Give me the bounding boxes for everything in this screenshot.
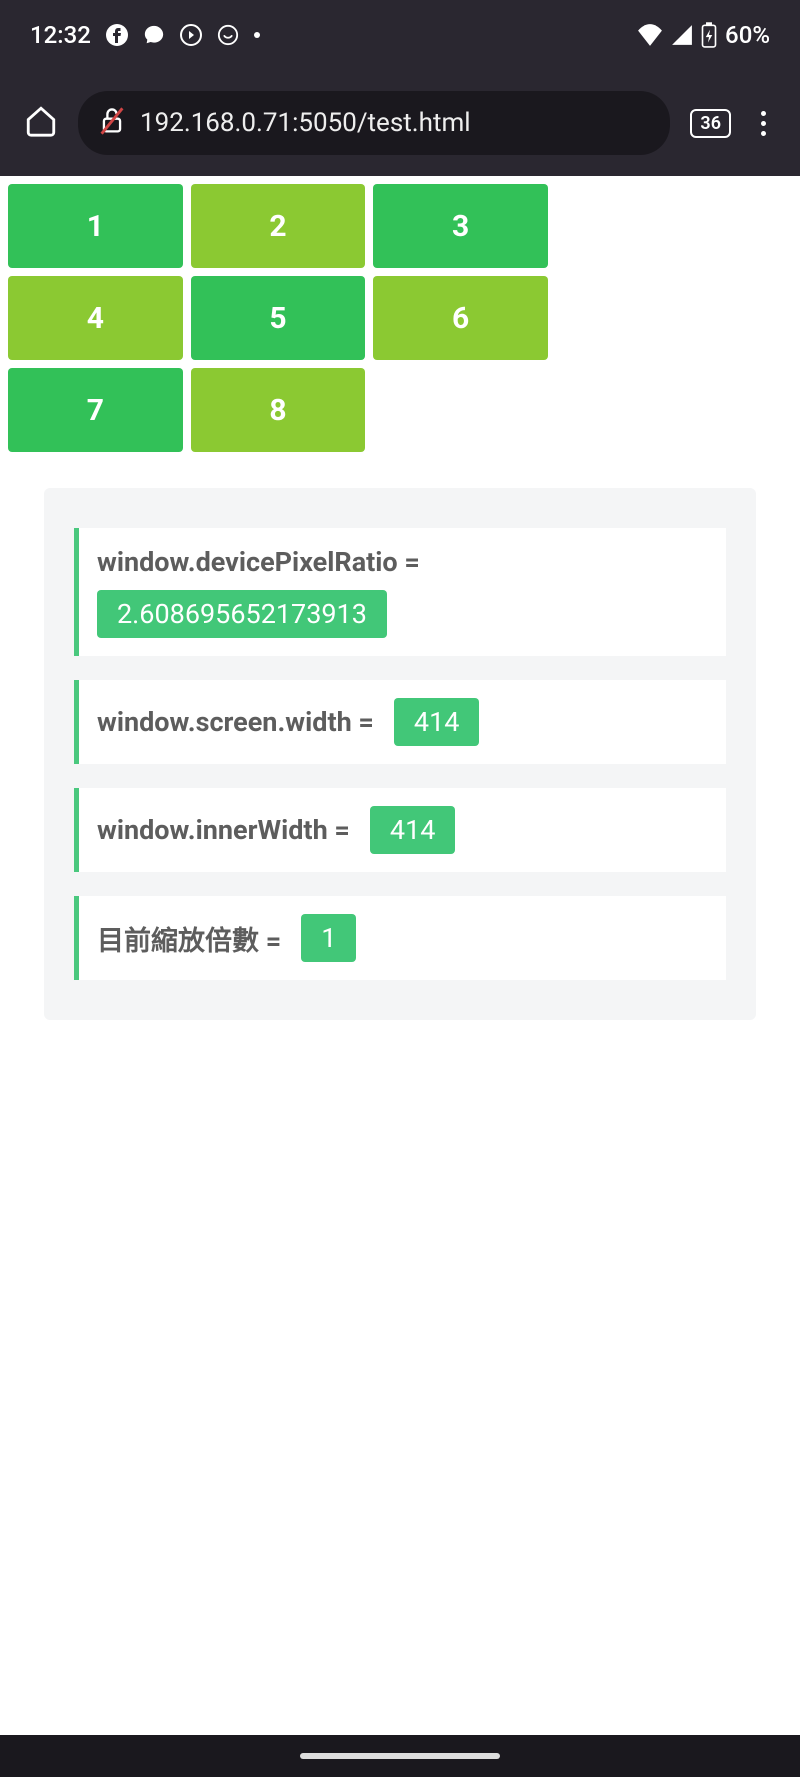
url-bar[interactable]: 192.168.0.71:5050/test.html bbox=[78, 91, 670, 155]
menu-icon[interactable] bbox=[751, 111, 776, 136]
info-label: 目前縮放倍數 = bbox=[97, 919, 281, 958]
page-content: 1 2 3 4 5 6 7 8 window.devicePixelRatio … bbox=[0, 176, 800, 1020]
grid-cell-1[interactable]: 1 bbox=[8, 184, 183, 268]
grid-cell-7[interactable]: 7 bbox=[8, 368, 183, 452]
signal-icon bbox=[671, 24, 693, 46]
grid-cell-8[interactable]: 8 bbox=[191, 368, 366, 452]
info-row-device-pixel-ratio: window.devicePixelRatio = 2.608695652173… bbox=[74, 528, 726, 656]
tab-count[interactable]: 36 bbox=[690, 109, 731, 138]
nav-handle[interactable] bbox=[300, 1753, 500, 1759]
insecure-icon bbox=[98, 106, 126, 140]
grid-cell-5[interactable]: 5 bbox=[191, 276, 366, 360]
grid-cell-4[interactable]: 4 bbox=[8, 276, 183, 360]
facebook-icon bbox=[105, 23, 129, 47]
info-value: 414 bbox=[370, 806, 456, 854]
home-icon[interactable] bbox=[24, 104, 58, 142]
info-label: window.screen.width = bbox=[97, 706, 374, 738]
forward-circle-icon bbox=[179, 23, 203, 47]
status-right: 60% bbox=[637, 21, 770, 49]
info-label: window.innerWidth = bbox=[97, 814, 350, 846]
number-grid: 1 2 3 4 5 6 7 8 bbox=[8, 184, 548, 452]
wifi-icon bbox=[637, 24, 663, 46]
grid-cell-2[interactable]: 2 bbox=[191, 184, 366, 268]
grid-cell-3[interactable]: 3 bbox=[373, 184, 548, 268]
browser-bar: 192.168.0.71:5050/test.html 36 bbox=[0, 70, 800, 176]
info-value: 414 bbox=[394, 698, 480, 746]
info-row-zoom: 目前縮放倍數 = 1 bbox=[74, 896, 726, 980]
status-bar: 12:32 60% bbox=[0, 0, 800, 70]
nav-bar bbox=[0, 1735, 800, 1777]
info-value: 2.608695652173913 bbox=[97, 590, 387, 638]
battery-icon bbox=[701, 22, 717, 48]
info-row-screen-width: window.screen.width = 414 bbox=[74, 680, 726, 764]
status-time: 12:32 bbox=[30, 21, 91, 49]
info-value: 1 bbox=[301, 914, 356, 962]
dot-icon bbox=[253, 31, 261, 39]
chat-icon bbox=[143, 24, 165, 46]
info-panel: window.devicePixelRatio = 2.608695652173… bbox=[44, 488, 756, 1020]
circle-icon bbox=[217, 24, 239, 46]
status-left: 12:32 bbox=[30, 21, 261, 49]
info-row-inner-width: window.innerWidth = 414 bbox=[74, 788, 726, 872]
url-text: 192.168.0.71:5050/test.html bbox=[140, 108, 471, 138]
grid-cell-6[interactable]: 6 bbox=[373, 276, 548, 360]
battery-percent: 60% bbox=[725, 21, 770, 49]
info-label: window.devicePixelRatio = bbox=[97, 546, 420, 578]
